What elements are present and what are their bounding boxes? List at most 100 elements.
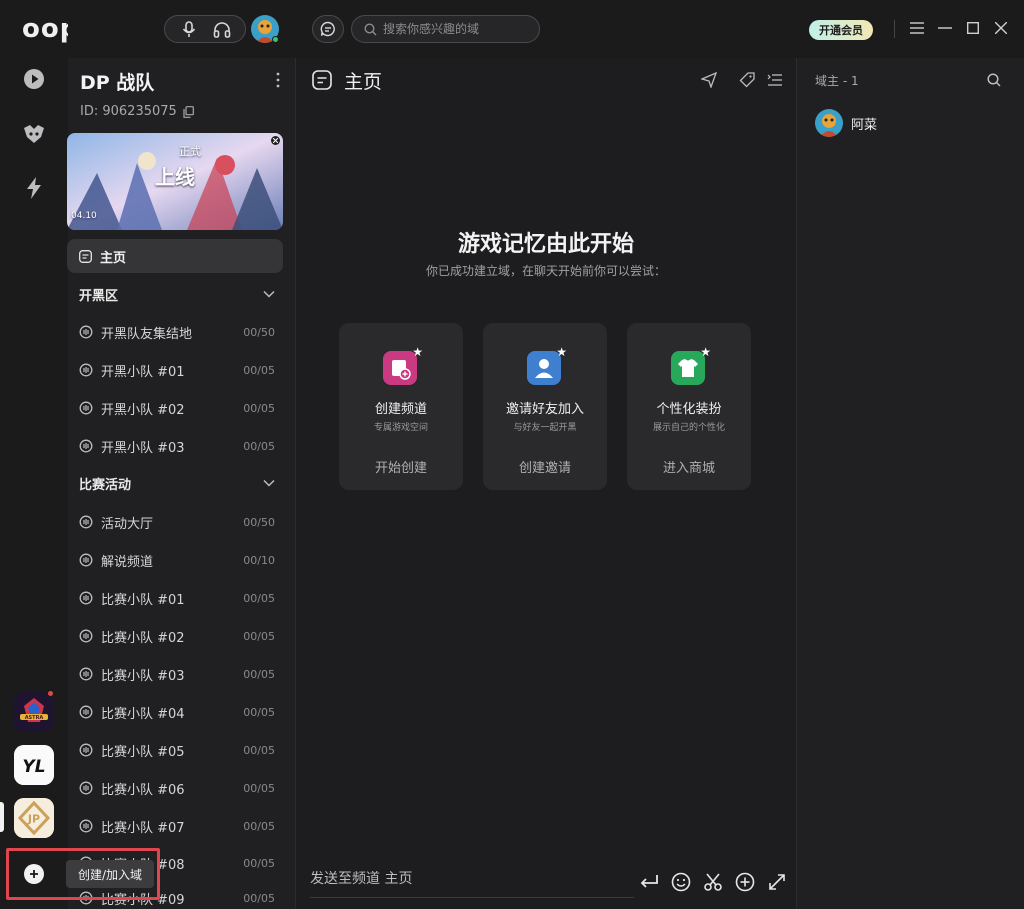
add-circle-icon[interactable] [734,871,756,893]
member-list-icon[interactable] [767,73,783,87]
create-channel-card[interactable]: ★ 创建频道 专属游戏空间 开始创建 [339,323,463,490]
voice-channel[interactable]: 活动大厅 00/50 [79,511,279,533]
minimize-icon[interactable] [933,16,957,40]
server-banner[interactable]: 上线 正式 04.10 [67,133,283,230]
personalize-card[interactable]: ★ 个性化装扮 展示自己的个性化 进入商城 [627,323,751,490]
voice-channel-icon [79,629,93,643]
channel-name: 解说频道 [101,554,154,570]
server-name: DP 战队 [80,72,155,94]
voice-channel-icon [79,439,93,453]
channel-name: 比赛小队 #01 [101,592,185,608]
card-action[interactable]: 创建邀请 [483,457,607,476]
headphones-icon[interactable] [213,21,231,38]
message-composer[interactable] [310,868,634,898]
category-header[interactable]: 开黑区 [79,284,275,304]
enter-icon[interactable] [638,871,660,893]
voice-channel[interactable]: 开黑小队 #02 00/05 [79,397,279,419]
channel-name: 比赛小队 #03 [101,668,185,684]
nav-home[interactable]: 主页 [67,239,283,273]
star-icon: ★ [700,345,711,359]
vip-button[interactable]: 开通会员 [809,20,873,40]
search-box[interactable] [351,15,540,43]
search-input[interactable] [383,22,533,36]
invite-friends-card[interactable]: ★ 邀请好友加入 与好友一起开黑 创建邀请 [483,323,607,490]
search-icon[interactable] [987,73,1001,87]
voice-channel[interactable]: 开黑小队 #03 00/05 [79,435,279,457]
member-item[interactable]: 阿菜 [815,109,877,137]
card-subtitle: 专属游戏空间 [373,423,428,433]
voice-channel[interactable]: 比赛小队 #03 00/05 [79,663,279,685]
tshirt-icon: ★ [671,345,711,385]
banner-close-icon[interactable] [271,136,280,145]
category-header[interactable]: 比赛活动 [79,473,275,493]
server-icon-dp[interactable]: JP [14,798,54,838]
channel-name: 开黑小队 #02 [101,402,185,418]
channel-count: 00/05 [243,439,275,453]
user-invite-icon: ★ [527,345,567,385]
scissors-icon[interactable] [702,871,724,893]
copy-icon[interactable] [183,105,194,118]
menu-icon[interactable] [905,16,929,40]
card-action[interactable]: 进入商城 [627,457,751,476]
tag-icon[interactable] [739,72,755,88]
voice-channel-icon [79,591,93,605]
messages-button[interactable] [312,15,344,43]
play-icon[interactable] [22,67,46,91]
channel-count: 00/05 [243,856,275,870]
voice-channel-icon [79,781,93,795]
notification-dot [46,689,55,698]
divider [894,20,895,38]
avatar [815,109,843,137]
home-page-icon [312,70,332,90]
server-icon-astra[interactable]: ASTRA [14,692,54,732]
microphone-icon[interactable] [181,21,197,38]
emoji-icon[interactable] [670,871,692,893]
voice-channel[interactable]: 比赛小队 #07 00/05 [79,815,279,837]
channel-name: 比赛小队 #07 [101,820,185,836]
category-name: 开黑区 [79,288,119,304]
card-title: 邀请好友加入 [505,402,584,417]
voice-channel[interactable]: 比赛小队 #06 00/05 [79,777,279,799]
voice-channel-icon [79,325,93,339]
voice-channel[interactable]: 解说频道 00/10 [79,549,279,571]
server-id-text: ID: 906235075 [80,104,177,119]
close-icon[interactable] [989,16,1013,40]
star-icon: ★ [412,345,423,359]
nav-home-label: 主页 [100,250,127,266]
card-subtitle: 与好友一起开黑 [513,423,577,433]
channel-add-icon: ★ [383,345,423,385]
server-icon-yl[interactable]: YL [14,745,54,785]
card-subtitle: 展示自己的个性化 [652,423,725,433]
voice-channel[interactable]: 开黑小队 #01 00/05 [79,359,279,381]
message-input[interactable] [310,871,610,887]
maximize-icon[interactable] [961,16,985,40]
lightning-icon[interactable] [22,176,46,200]
send-plane-icon[interactable] [701,72,717,88]
online-status-dot [272,36,279,43]
channel-count: 00/05 [243,891,275,905]
hero-subtitle: 你已成功建立域，在聊天开始前你可以尝试： [425,264,666,278]
voice-channel[interactable]: 开黑队友集结地 00/50 [79,321,279,343]
voice-channel[interactable]: 比赛小队 #01 00/05 [79,587,279,609]
hero-title: 游戏记忆由此开始 [457,232,634,257]
voice-channel-icon [79,363,93,377]
channel-count: 00/05 [243,705,275,719]
fox-mask-icon[interactable] [22,122,46,146]
server-icon-astra-label: ASTRA [25,715,44,721]
card-title: 个性化装扮 [656,402,722,417]
voice-controls [164,15,246,43]
category-name: 比赛活动 [79,477,132,493]
more-vertical-icon[interactable] [276,72,280,88]
channel-count: 00/05 [243,363,275,377]
voice-channel[interactable]: 比赛小队 #05 00/05 [79,739,279,761]
banner-date: 04.10 [71,211,97,221]
member-section-title: 域主 - 1 [815,74,859,88]
voice-channel[interactable]: 比赛小队 #04 00/05 [79,701,279,723]
member-name: 阿菜 [851,117,878,133]
voice-channel[interactable]: 比赛小队 #02 00/05 [79,625,279,647]
chevron-down-icon [263,479,275,487]
expand-icon[interactable] [766,871,788,893]
channel-count: 00/50 [243,325,275,339]
card-action[interactable]: 开始创建 [339,457,463,476]
card-title: 创建频道 [374,402,427,417]
